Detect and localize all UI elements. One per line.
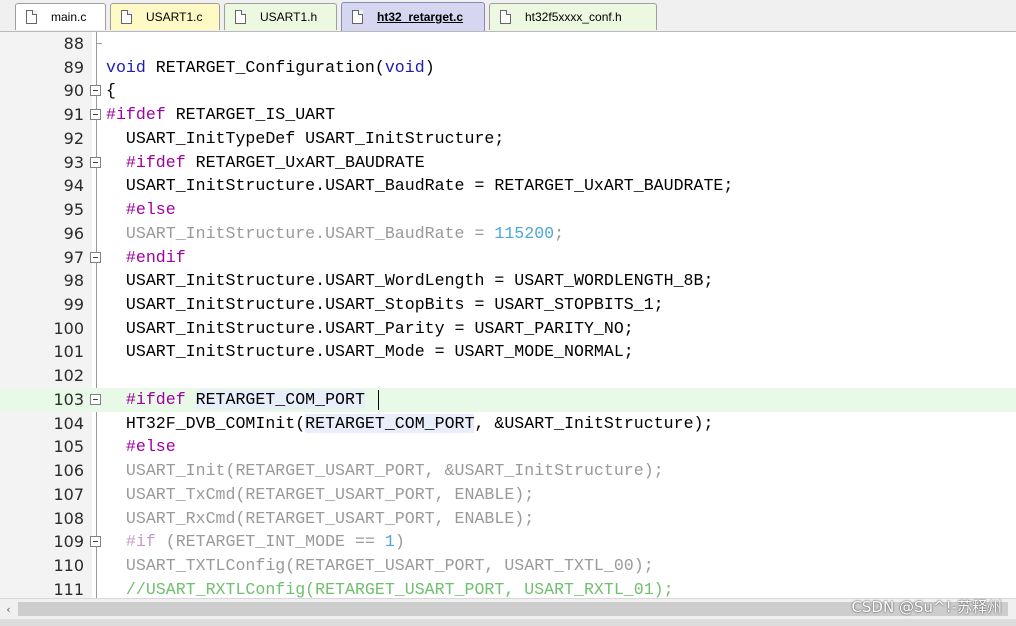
line-number: 98: [63, 271, 84, 291]
line-number: 110: [53, 556, 84, 576]
fold-collapse-icon[interactable]: [90, 251, 101, 263]
fold-collapse-icon[interactable]: [90, 109, 101, 121]
line-number: 111: [53, 579, 84, 598]
code-text: #else: [125, 200, 176, 220]
fold-end-icon: [97, 43, 102, 44]
tab-usart1-h[interactable]: USART1.h: [224, 3, 337, 30]
code-line[interactable]: 104 HT32F_DVB_COMInit(RETARGET_COM_PORT,…: [0, 412, 1016, 436]
line-number: 94: [63, 176, 84, 196]
code-line[interactable]: 94 USART_InitStructure.USART_BaudRate = …: [0, 174, 1016, 198]
code-line[interactable]: 90 {: [0, 79, 1016, 103]
code-line[interactable]: 100 USART_InitStructure.USART_Parity = U…: [0, 317, 1016, 341]
code-editor[interactable]: 88 89 void RETARGET_Configuration(void) 90 {…: [0, 32, 1016, 598]
code-text: USART_RxCmd(RETARGET_USART_PORT, ENABLE)…: [106, 508, 535, 528]
file-icon: [500, 10, 511, 24]
file-icon: [235, 10, 246, 24]
code-line[interactable]: 101 USART_InitStructure.USART_Mode = USA…: [0, 340, 1016, 364]
fold-collapse-icon[interactable]: [90, 85, 101, 97]
code-text: HT32F_DVB_COMInit(RETARGET_COM_PORT, &US…: [106, 413, 714, 433]
code-text: #ifdef RETARGET_COM_PORT: [125, 389, 365, 409]
code-text: //USART_RXTLConfig(RETARGET_USART_PORT, …: [106, 579, 674, 598]
file-icon: [121, 10, 132, 24]
line-number: 93: [63, 152, 84, 172]
fold-collapse-icon[interactable]: [90, 393, 101, 405]
code-text: USART_InitStructure.USART_Mode = USART_M…: [106, 342, 634, 362]
line-number: 92: [63, 128, 84, 148]
tab-usart1-c[interactable]: USART1.c: [110, 3, 220, 30]
code-text: #else: [125, 437, 176, 457]
code-line[interactable]: 95 #else: [0, 198, 1016, 222]
code-line[interactable]: 91 #ifdef RETARGET_IS_UART: [0, 103, 1016, 127]
code-line[interactable]: 102: [0, 364, 1016, 388]
code-line[interactable]: 103 #ifdef RETARGET_COM_PORT: [0, 387, 1016, 412]
code-line[interactable]: 110 USART_TXTLConfig(RETARGET_USART_PORT…: [0, 554, 1016, 578]
line-number: 103: [53, 389, 84, 409]
code-line[interactable]: 109 #if (RETARGET_INT_MODE == 1): [0, 530, 1016, 554]
fold-collapse-icon[interactable]: [90, 156, 101, 168]
code-text: USART_InitStructure.USART_BaudRate = RET…: [106, 176, 734, 196]
code-text: {: [106, 81, 116, 101]
tab-label: ht32f5xxxx_conf.h: [525, 10, 622, 24]
line-number: 90: [63, 81, 84, 101]
code-line[interactable]: 106 USART_Init(RETARGET_USART_PORT, &USA…: [0, 459, 1016, 483]
text-caret: [378, 389, 379, 410]
window-bottom-edge: [0, 619, 1016, 626]
code-line[interactable]: 111 //USART_RXTLConfig(RETARGET_USART_PO…: [0, 578, 1016, 598]
file-icon: [26, 10, 37, 24]
code-line[interactable]: 93 #ifdef RETARGET_UxART_BAUDRATE: [0, 151, 1016, 175]
file-icon: [352, 10, 363, 24]
code-line[interactable]: 108 USART_RxCmd(RETARGET_USART_PORT, ENA…: [0, 507, 1016, 531]
line-number: 100: [53, 318, 84, 338]
line-number: 109: [53, 532, 84, 552]
line-number: 106: [53, 461, 84, 481]
code-text: USART_InitStructure.USART_WordLength = U…: [106, 271, 714, 291]
code-line[interactable]: 88: [0, 32, 1016, 56]
code-text: USART_InitStructure.USART_StopBits = USA…: [106, 295, 664, 315]
code-text: USART_InitStructure.USART_Parity = USART…: [106, 318, 634, 338]
code-text: USART_Init(RETARGET_USART_PORT, &USART_I…: [106, 461, 664, 481]
line-number: 91: [63, 105, 84, 125]
line-number: 99: [63, 295, 84, 315]
line-number: 95: [63, 200, 84, 220]
line-number: 96: [63, 223, 84, 243]
tab-ht32-retarget-c[interactable]: ht32_retarget.c: [341, 2, 485, 31]
code-line[interactable]: 97 #endif: [0, 246, 1016, 270]
code-line[interactable]: 89 void RETARGET_Configuration(void): [0, 56, 1016, 80]
line-number: 89: [63, 57, 84, 77]
tab-ht32f5xxxx-conf-h[interactable]: ht32f5xxxx_conf.h: [489, 3, 657, 30]
code-text: #if (RETARGET_INT_MODE == 1): [125, 532, 405, 552]
line-number: 97: [63, 247, 84, 267]
tab-label: USART1.h: [260, 10, 318, 24]
watermark: CSDN @Su^!-苏释州: [851, 598, 1002, 616]
tab-label: ht32_retarget.c: [377, 10, 464, 24]
code-line[interactable]: 107 USART_TxCmd(RETARGET_USART_PORT, ENA…: [0, 483, 1016, 507]
code-text: USART_TxCmd(RETARGET_USART_PORT, ENABLE)…: [106, 484, 535, 504]
tab-label: USART1.c: [146, 10, 203, 24]
code-line[interactable]: 98 USART_InitStructure.USART_WordLength …: [0, 269, 1016, 293]
line-number: 107: [53, 484, 84, 504]
editor-tab-bar: main.c USART1.c USART1.h ht32_retarget.c…: [0, 0, 1016, 32]
code-text: #ifdef RETARGET_IS_UART: [106, 105, 336, 125]
fold-collapse-icon[interactable]: [90, 536, 101, 548]
code-text: USART_InitStructure.USART_BaudRate = 115…: [106, 223, 565, 243]
code-text: #ifdef RETARGET_UxART_BAUDRATE: [125, 152, 425, 172]
line-number: 104: [53, 413, 84, 433]
code-line[interactable]: 105 #else: [0, 435, 1016, 459]
code-line[interactable]: 99 USART_InitStructure.USART_StopBits = …: [0, 293, 1016, 317]
line-number: 108: [53, 508, 84, 528]
line-number: 101: [53, 342, 84, 362]
code-text: void RETARGET_Configuration(void): [106, 57, 435, 77]
code-line[interactable]: 92 USART_InitTypeDef USART_InitStructure…: [0, 127, 1016, 151]
code-line[interactable]: 96 USART_InitStructure.USART_BaudRate = …: [0, 222, 1016, 246]
code-text: USART_TXTLConfig(RETARGET_USART_PORT, US…: [106, 556, 654, 576]
scroll-left-arrow-icon[interactable]: ‹: [0, 599, 17, 619]
code-text: #endif: [125, 247, 186, 267]
tab-main-c[interactable]: main.c: [15, 3, 106, 30]
code-text: USART_InitTypeDef USART_InitStructure;: [106, 128, 505, 148]
line-number: 102: [53, 366, 84, 386]
line-number: 88: [63, 34, 84, 53]
tab-label: main.c: [51, 10, 87, 24]
line-number: 105: [53, 437, 84, 457]
